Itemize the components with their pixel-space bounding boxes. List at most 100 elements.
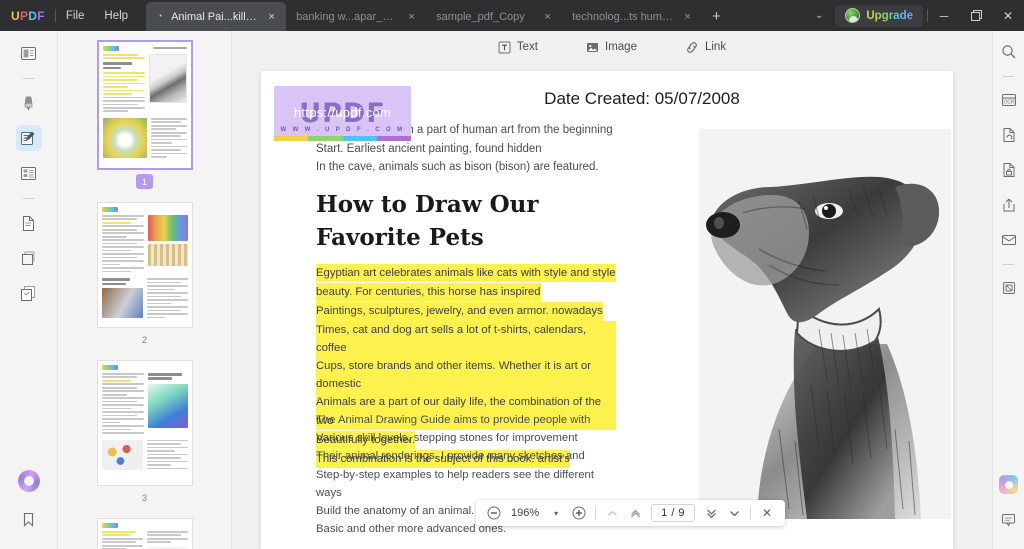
tab-sample-pdf[interactable]: sample_pdf_Copy × bbox=[426, 2, 562, 31]
protect-pdf-icon[interactable] bbox=[996, 157, 1022, 183]
thumbnail-panel[interactable]: 1 bbox=[58, 31, 232, 549]
add-image-button[interactable]: Image bbox=[579, 38, 644, 57]
share-icon[interactable] bbox=[996, 192, 1022, 218]
mini-logo bbox=[103, 46, 119, 51]
compare-icon[interactable] bbox=[16, 280, 42, 306]
document-area: Text Image Link Date Created: 05/07/2008… bbox=[232, 31, 992, 549]
mini-logo bbox=[102, 523, 118, 528]
zoom-chevron-down-icon[interactable]: ▾ bbox=[546, 503, 566, 523]
batch-icon[interactable] bbox=[996, 275, 1022, 301]
tab-close-icon[interactable]: × bbox=[681, 11, 694, 23]
minimize-icon[interactable]: ─ bbox=[928, 0, 960, 31]
intro-line: In the cave, animals such as bison (biso… bbox=[316, 158, 646, 177]
logo-letter-f: F bbox=[37, 9, 45, 23]
image-icon bbox=[586, 41, 599, 54]
tab-label: sample_pdf_Copy bbox=[436, 11, 535, 23]
add-link-label: Link bbox=[705, 41, 726, 53]
ai-tools-icon[interactable] bbox=[999, 475, 1018, 494]
thumbnail-page-3-preview bbox=[98, 361, 192, 476]
rail-divider-2 bbox=[23, 198, 34, 199]
link-icon bbox=[685, 41, 699, 54]
zoom-navigation-toolbar: 196% ▾ 1 / 9 ✕ bbox=[476, 500, 785, 526]
ai-assistant-icon[interactable] bbox=[18, 470, 40, 492]
menu-file[interactable]: File bbox=[56, 0, 95, 31]
mini-logo bbox=[102, 365, 118, 370]
tab-close-icon[interactable]: × bbox=[541, 11, 554, 23]
email-icon[interactable] bbox=[996, 227, 1022, 253]
logo-letter-d: D bbox=[28, 9, 37, 23]
edit-pdf-icon[interactable] bbox=[16, 125, 42, 151]
maximize-icon[interactable] bbox=[960, 0, 992, 31]
tab-animal-painting[interactable]: • Animal Pai...kills_Copy* × bbox=[146, 2, 286, 31]
convert-pdf-icon[interactable] bbox=[996, 122, 1022, 148]
tab-overflow-chevron-down-icon[interactable]: ⌄ bbox=[803, 10, 835, 21]
crop-icon[interactable] bbox=[16, 245, 42, 271]
new-tab-button[interactable]: + bbox=[702, 2, 731, 31]
right-tool-rail: OCR bbox=[992, 31, 1024, 549]
add-text-label: Text bbox=[517, 41, 538, 53]
page-title-line1: How to Draw Our bbox=[316, 188, 646, 221]
ocr-icon[interactable]: OCR bbox=[996, 87, 1022, 113]
close-toolbar-icon[interactable]: ✕ bbox=[757, 503, 777, 523]
tab-label: Animal Pai...kills_Copy* bbox=[171, 11, 259, 23]
tab-label: banking w...apar_Copy bbox=[296, 11, 399, 23]
watermark-color-bars bbox=[274, 136, 411, 141]
tab-close-icon[interactable]: × bbox=[265, 11, 278, 23]
titlebar-right-group: ⌄ Upgrade ─ ✕ bbox=[803, 0, 1024, 31]
thumbnail-page-4-preview bbox=[98, 519, 192, 549]
rail-divider bbox=[23, 78, 34, 79]
menu-help[interactable]: Help bbox=[94, 0, 138, 31]
highlighted-line: beauty. For centuries, this horse has in… bbox=[316, 283, 541, 301]
thumbnail-page-1-preview bbox=[99, 42, 191, 165]
next-page-button[interactable] bbox=[701, 503, 721, 523]
thumbnail-page-3[interactable] bbox=[97, 360, 193, 486]
search-icon[interactable] bbox=[996, 39, 1022, 65]
page-indicator[interactable]: 1 / 9 bbox=[651, 504, 695, 522]
watermark-subtext: W W W . U P D F . C O M bbox=[274, 127, 411, 133]
highlighted-line: Egyptian art celebrates animals like cat… bbox=[316, 264, 616, 282]
close-window-icon[interactable]: ✕ bbox=[992, 0, 1024, 31]
thumbnail-page-4[interactable] bbox=[97, 518, 193, 549]
highlighted-line: Times, cat and dog art sells a lot of t-… bbox=[316, 321, 616, 357]
tab-close-icon[interactable]: × bbox=[405, 11, 418, 23]
upgrade-button[interactable]: Upgrade bbox=[835, 5, 923, 27]
zoom-out-button[interactable] bbox=[484, 503, 504, 523]
zoom-in-button[interactable] bbox=[569, 503, 589, 523]
thumbnails-icon[interactable] bbox=[16, 40, 42, 66]
bookmark-icon[interactable] bbox=[16, 506, 42, 532]
last-page-button[interactable] bbox=[724, 503, 744, 523]
thumbnail-page-number: 2 bbox=[136, 332, 153, 347]
tab-banking[interactable]: banking w...apar_Copy × bbox=[286, 2, 426, 31]
page-title-line2: Favorite Pets bbox=[316, 221, 646, 254]
previous-page-button[interactable] bbox=[625, 503, 645, 523]
svg-text:OCR: OCR bbox=[1003, 100, 1015, 106]
pdf-page[interactable]: Date Created: 05/07/2008 Animals have be… bbox=[261, 71, 953, 549]
add-link-button[interactable]: Link bbox=[678, 38, 733, 57]
comment-icon[interactable] bbox=[996, 506, 1022, 532]
right-rail-bottom bbox=[996, 475, 1022, 549]
thumbnail-page-1[interactable] bbox=[97, 40, 193, 170]
zoom-level-value[interactable]: 196% bbox=[507, 507, 543, 519]
thumbnail-list: 1 bbox=[58, 40, 231, 549]
text-box-icon bbox=[498, 41, 511, 54]
tab-strip: • Animal Pai...kills_Copy* × banking w..… bbox=[146, 0, 731, 31]
tab-label: technolog...ts humans bbox=[572, 11, 675, 23]
add-text-button[interactable]: Text bbox=[491, 38, 545, 57]
left-tool-rail bbox=[0, 31, 58, 549]
highlighter-icon[interactable] bbox=[16, 90, 42, 116]
tab-modified-dot: • bbox=[156, 12, 165, 21]
thumbnail-page-2[interactable] bbox=[97, 202, 193, 328]
mini-flower-photo bbox=[103, 118, 147, 158]
toolbar-divider bbox=[595, 507, 596, 520]
logo-letter-u: U bbox=[11, 9, 20, 23]
first-page-button bbox=[602, 503, 622, 523]
thumbnail-page-number: 1 bbox=[136, 174, 153, 189]
tab-technology[interactable]: technolog...ts humans × bbox=[562, 2, 702, 31]
page-tools-icon[interactable] bbox=[16, 210, 42, 236]
title-bar: U P D F File Help • Animal Pai...kills_C… bbox=[0, 0, 1024, 31]
mini-palette-photo bbox=[102, 288, 143, 318]
rrail-divider-2 bbox=[1003, 264, 1014, 265]
add-image-label: Image bbox=[605, 41, 637, 53]
organize-pages-icon[interactable] bbox=[16, 160, 42, 186]
dog-sketch-illustration[interactable] bbox=[699, 129, 951, 519]
